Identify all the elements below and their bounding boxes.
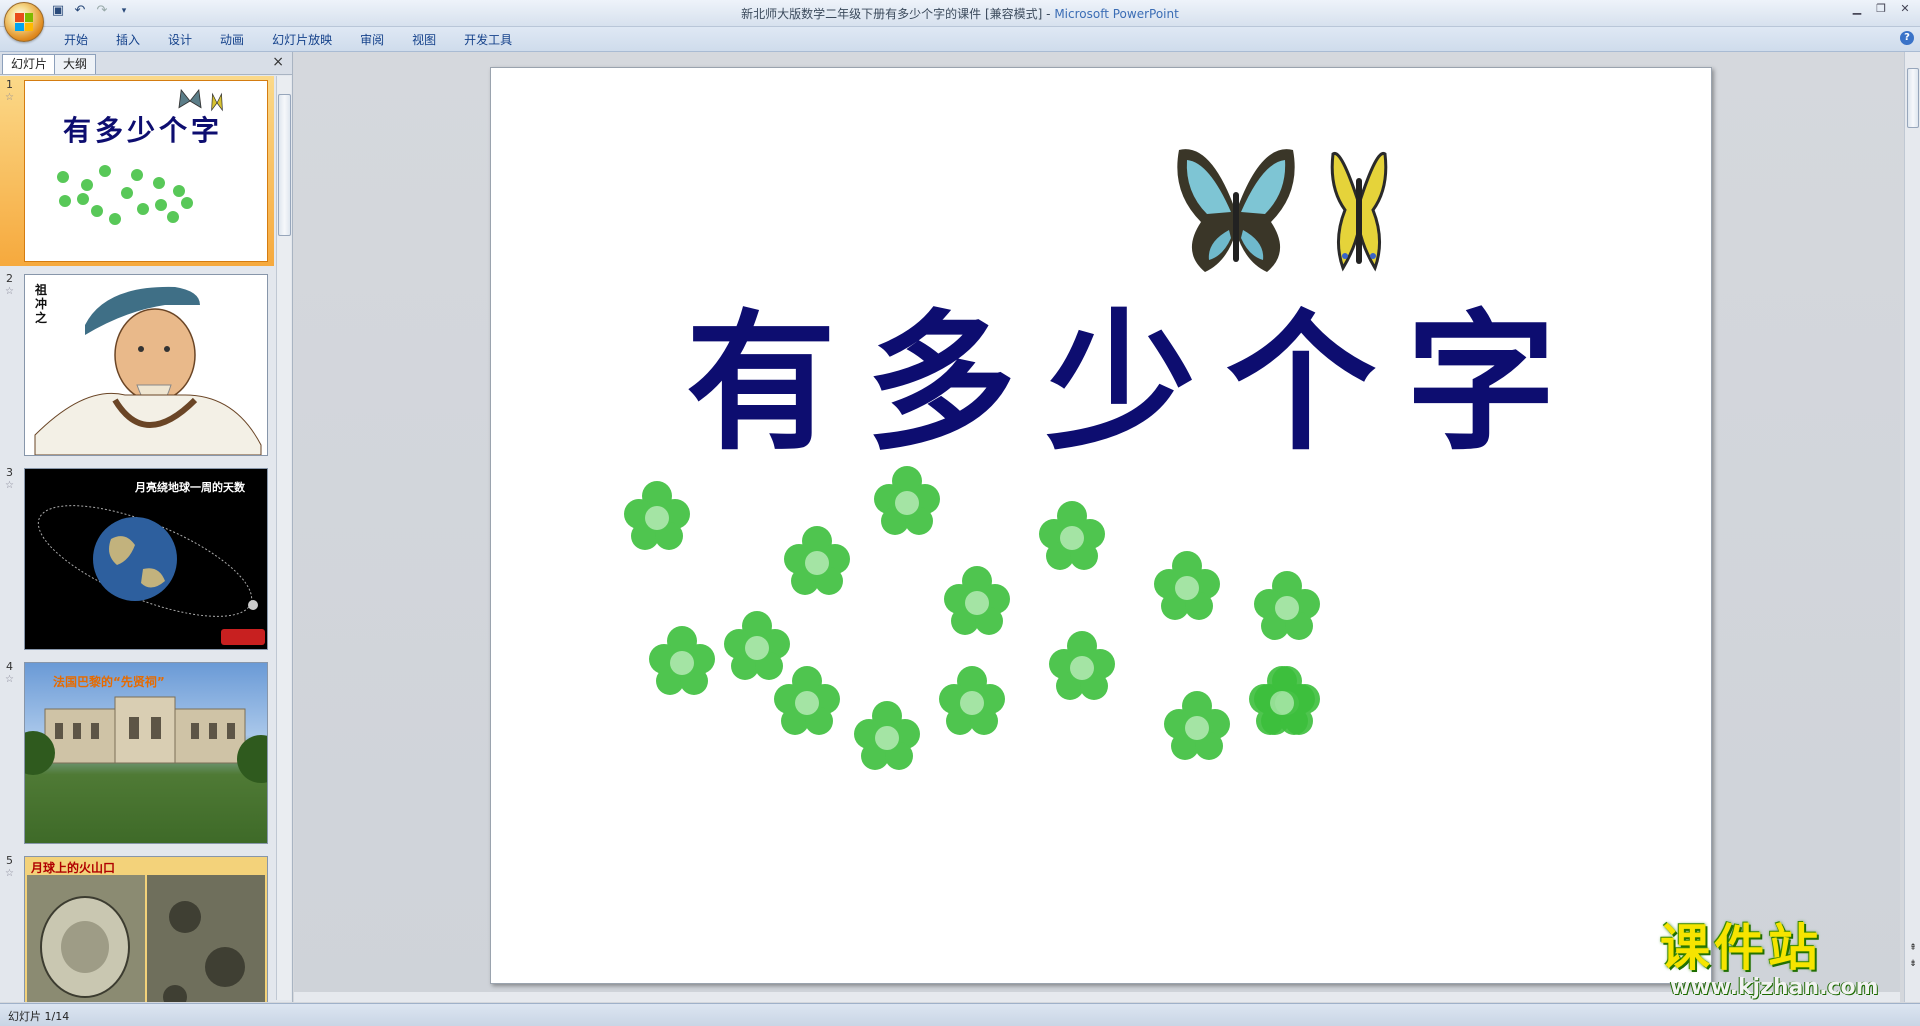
slide-title[interactable]: 有多少个字: [686, 283, 1586, 483]
clover-image[interactable]: [621, 478, 691, 558]
slide-4-preview: 法国巴黎的“先贤祠”: [24, 662, 268, 844]
slide-number: 2: [6, 272, 13, 285]
blue-butterfly-image[interactable]: [1171, 142, 1301, 282]
yellow-butterfly-image[interactable]: [1329, 148, 1389, 278]
app-name: Microsoft PowerPoint: [1054, 7, 1179, 21]
tab-insert[interactable]: 插入: [102, 29, 154, 51]
ribbon-tabs: 开始 插入 设计 动画 幻灯片放映 审阅 视图 开发工具: [50, 29, 526, 51]
thumbnail-slide-3[interactable]: 3 ☆ 月亮绕地球一周的天数: [0, 464, 274, 654]
slide-3-preview: 月亮绕地球一周的天数: [24, 468, 268, 650]
clover-image[interactable]: [771, 663, 841, 743]
thumbnail-scrollbar[interactable]: [276, 76, 291, 1000]
slide-1-thumb-butterflies: [57, 88, 223, 225]
thumbnail-slide-1[interactable]: 1 ☆ 有多少个字: [0, 76, 274, 266]
clover-image[interactable]: [851, 698, 921, 778]
office-button[interactable]: [4, 2, 44, 42]
tab-view[interactable]: 视图: [398, 29, 450, 51]
close-icon[interactable]: ✕: [1894, 2, 1916, 16]
clover-image[interactable]: [936, 663, 1006, 743]
earth-moon-illustration: [37, 505, 265, 645]
thumbnail-slide-2[interactable]: 2 ☆ 祖冲之: [0, 270, 274, 460]
watermark-logo: 课件站 www.kjzhan.com: [1660, 920, 1910, 1000]
clover-image[interactable]: [1251, 568, 1321, 648]
window-title: 新北师大版数学二年级下册有多少个字的课件 [兼容模式] - Microsoft …: [741, 7, 1179, 21]
portrait-illustration: [34, 286, 262, 455]
slide-scroll-thumb[interactable]: [1907, 68, 1919, 128]
clover-image[interactable]: [1036, 498, 1106, 578]
animation-star-icon: ☆: [5, 674, 14, 685]
pane-close-icon[interactable]: ×: [272, 54, 284, 70]
tab-design[interactable]: 设计: [154, 29, 206, 51]
slide-1-preview: 有多少个字: [24, 80, 268, 262]
clover-image[interactable]: [646, 623, 716, 703]
slide-number: 4: [6, 660, 13, 673]
animation-star-icon: ☆: [5, 480, 14, 491]
animation-star-icon: ☆: [5, 92, 14, 103]
clover-image[interactable]: [1151, 548, 1221, 628]
animation-star-icon: ☆: [5, 286, 14, 297]
clover-image[interactable]: [871, 463, 941, 543]
slides-pane: 幻灯片 大纲 × 1 ☆ 有多少个字 2 ☆ 祖冲之 3 ☆ 月亮绕地球一周的天…: [0, 52, 293, 1002]
ribbon: 开始 插入 设计 动画 幻灯片放映 审阅 视图 开发工具 ?: [0, 27, 1920, 52]
slide-number: 1: [6, 78, 13, 91]
thumbnail-list: 1 ☆ 有多少个字 2 ☆ 祖冲之 3 ☆ 月亮绕地球一周的天数 4 ☆ 法国巴…: [0, 76, 274, 1002]
pane-tabs: 幻灯片 大纲 ×: [0, 52, 292, 75]
watermark-chinese: 课件站: [1660, 918, 1822, 977]
clover-image[interactable]: [1246, 663, 1316, 743]
clover-image[interactable]: [781, 523, 851, 603]
office-logo-icon: [15, 13, 33, 31]
slide-number: 3: [6, 466, 13, 479]
crater-illustration: [27, 875, 265, 1002]
tab-outline[interactable]: 大纲: [54, 54, 97, 74]
thumbnail-scroll-thumb[interactable]: [278, 94, 291, 236]
clover-image[interactable]: [941, 563, 1011, 643]
thumbnail-slide-5[interactable]: 5 ☆ 月球上的火山口: [0, 852, 274, 1002]
window-controls: ▁ ❐ ✕: [1846, 2, 1916, 16]
slide-number: 5: [6, 854, 13, 867]
restore-icon[interactable]: ❐: [1870, 2, 1892, 16]
tab-slides[interactable]: 幻灯片: [2, 54, 57, 74]
tab-developer[interactable]: 开发工具: [450, 29, 526, 51]
current-slide[interactable]: 有多少个字: [490, 67, 1712, 984]
tab-review[interactable]: 审阅: [346, 29, 398, 51]
slide-editing-area: 有多少个字: [294, 52, 1900, 1002]
slide-2-preview: 祖冲之: [24, 274, 268, 456]
slide-scrollbar[interactable]: ⇞ ⇟: [1904, 52, 1920, 1002]
building-illustration: [25, 696, 267, 783]
status-bar: 幻灯片 1/14: [0, 1003, 1920, 1026]
minimize-icon[interactable]: ▁: [1846, 2, 1868, 16]
clover-image[interactable]: [1161, 688, 1231, 768]
slide-counter: 幻灯片 1/14: [8, 1010, 70, 1023]
tab-home[interactable]: 开始: [50, 29, 102, 51]
help-icon[interactable]: ?: [1900, 31, 1914, 45]
title-bar: ▣ ↶ ↷ ▾ 新北师大版数学二年级下册有多少个字的课件 [兼容模式] - Mi…: [0, 0, 1920, 42]
document-title: 新北师大版数学二年级下册有多少个字的课件 [兼容模式]: [741, 7, 1043, 21]
thumbnail-slide-4[interactable]: 4 ☆ 法国巴黎的“先贤祠”: [0, 658, 274, 848]
tab-slideshow[interactable]: 幻灯片放映: [258, 29, 346, 51]
clover-image[interactable]: [1046, 628, 1116, 708]
animation-star-icon: ☆: [5, 868, 14, 879]
watermark-url: www.kjzhan.com: [1670, 975, 1879, 1000]
slide-5-preview: 月球上的火山口: [24, 856, 268, 1002]
tab-animations[interactable]: 动画: [206, 29, 258, 51]
